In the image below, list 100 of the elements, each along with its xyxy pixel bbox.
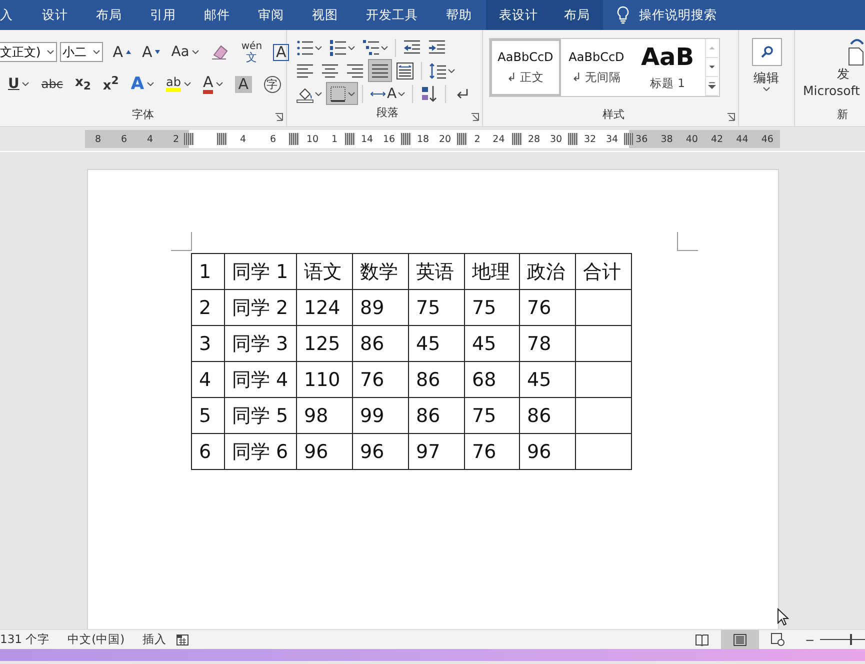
text-direction-button[interactable]: A <box>367 82 408 105</box>
character-border-button[interactable]: A <box>269 40 294 64</box>
change-case-button[interactable]: Aa <box>167 40 204 64</box>
table-cell[interactable]: 3 <box>192 326 224 362</box>
table-cell[interactable]: 数学 <box>352 254 408 290</box>
table-cell[interactable]: 124 <box>296 290 352 326</box>
table-cell[interactable]: 86 <box>520 398 576 434</box>
ribbon-tab[interactable]: 入 <box>0 0 28 30</box>
table-cell[interactable]: 78 <box>520 326 576 362</box>
table-cell[interactable]: 地理 <box>464 254 520 290</box>
table-cell[interactable]: 5 <box>192 398 224 434</box>
table-cell[interactable]: 同学 4 <box>224 362 296 398</box>
ruler-number: 14 <box>360 134 374 144</box>
table-cell[interactable]: 75 <box>464 290 520 326</box>
ruler-number: 6 <box>270 134 276 144</box>
table-cell[interactable]: 45 <box>520 362 576 398</box>
status-text[interactable]: 131 个字 <box>0 632 59 647</box>
ribbon-tab[interactable]: 表设计 <box>486 0 551 30</box>
table-cell[interactable]: 76 <box>520 290 576 326</box>
highlight-button[interactable]: ab <box>162 72 195 96</box>
ribbon-tab[interactable]: 布局 <box>551 0 603 30</box>
ruler-number: 32 <box>584 134 596 144</box>
ruler-number: 4 <box>240 134 246 144</box>
ruler-number: 2 <box>474 134 480 144</box>
ribbon-tab[interactable]: 帮助 <box>432 0 486 30</box>
ruler-number: 42 <box>711 134 724 144</box>
table-cell[interactable]: 同学 6 <box>224 434 296 470</box>
table-cell[interactable]: 86 <box>408 398 464 434</box>
phonetic-guide-button[interactable]: wén 文 <box>237 40 266 64</box>
grow-font-button[interactable]: A <box>108 40 135 64</box>
group-label: 字体 <box>132 107 154 122</box>
table-cell[interactable]: 英语 <box>408 254 464 290</box>
table-cell[interactable]: 语文 <box>296 254 352 290</box>
ribbon-tab[interactable]: 布局 <box>82 0 136 30</box>
table-cell[interactable]: 4 <box>192 362 224 398</box>
table-cell[interactable]: 45 <box>408 326 464 362</box>
ribbon-tab[interactable]: 邮件 <box>190 0 244 30</box>
table-cell[interactable]: 合计 <box>576 254 632 290</box>
ruler-number: 38 <box>660 134 673 144</box>
ruler-number: 36 <box>636 134 648 144</box>
ribbon-tab[interactable]: 开发工具 <box>352 0 432 30</box>
table-cell[interactable]: 89 <box>352 290 408 326</box>
table-cell[interactable]: 68 <box>464 362 520 398</box>
editing-label[interactable]: 编辑 <box>754 70 780 87</box>
table-cell[interactable]: 同学 5 <box>224 398 296 434</box>
horizontal-ruler[interactable]: 8 6 4 2 4 6 10 1 14 16 18 20 2 24 28 30 32 34 36 38 40 42 44 46 <box>85 130 780 148</box>
table-cell[interactable]: 125 <box>296 326 352 362</box>
table-cell[interactable]: 76 <box>464 434 520 470</box>
send-label[interactable]: 发 <box>837 66 865 83</box>
shrink-font-button[interactable]: A <box>138 40 164 64</box>
table-cell[interactable]: 76 <box>352 362 408 398</box>
ribbon-tab[interactable]: 设计 <box>28 0 82 30</box>
table-cell[interactable]: 1 <box>192 254 224 290</box>
ribbon-tab[interactable]: 视图 <box>298 0 352 30</box>
ruler-number: 2 <box>172 134 180 144</box>
ruler-number: 18 <box>416 134 430 144</box>
table-cell[interactable]: 110 <box>296 362 352 398</box>
table-cell[interactable]: 96 <box>352 434 408 470</box>
table-cell[interactable]: 96 <box>520 434 576 470</box>
table-cell[interactable]: 75 <box>408 290 464 326</box>
table-cell[interactable]: 86 <box>408 362 464 398</box>
table-cell[interactable]: 45 <box>464 326 520 362</box>
ruler-number: 6 <box>120 134 128 144</box>
ruler-number: 24 <box>492 134 505 144</box>
table-cell[interactable]: 97 <box>408 434 464 470</box>
ruler-number: 34 <box>606 134 618 144</box>
table-cell[interactable]: 政治 <box>520 254 576 290</box>
ruler-number: 28 <box>528 134 540 144</box>
ruler-number: 10 <box>306 134 319 144</box>
underline-button[interactable]: U <box>4 72 34 96</box>
table-cell[interactable]: 98 <box>296 398 352 434</box>
search-field[interactable]: 操作说明搜索 <box>639 6 717 24</box>
table-cell[interactable]: 99 <box>352 398 408 434</box>
table-cell[interactable]: 2 <box>192 290 224 326</box>
style-option[interactable]: AaBbCcD ↲ 正文 <box>490 39 561 96</box>
send-label[interactable]: Microsoft <box>803 83 865 98</box>
ribbon-tab[interactable]: 引用 <box>136 0 190 30</box>
zoom-out-button[interactable]: − <box>805 632 815 646</box>
status-text[interactable]: 中文(中国) <box>58 632 134 647</box>
ruler-number: 30 <box>550 134 562 144</box>
table-cell[interactable]: 6 <box>192 434 224 470</box>
table-cell[interactable]: 96 <box>296 434 352 470</box>
ruler-number: 4 <box>146 134 154 144</box>
paragraph-mark: ↲ <box>572 70 582 84</box>
table-cell[interactable]: 同学 3 <box>224 326 296 362</box>
ruler-number: 1 <box>331 134 338 144</box>
status-text[interactable]: 插入 <box>134 632 176 647</box>
table-cell[interactable]: 同学 2 <box>224 290 296 326</box>
font-size-field[interactable]: 小二 <box>60 42 103 62</box>
ribbon-tab[interactable]: 审阅 <box>244 0 298 30</box>
group-label: 样式 <box>602 107 624 122</box>
text-effects-button[interactable]: A <box>126 72 158 96</box>
font-name-field[interactable]: 文正文) <box>0 42 57 62</box>
strikethrough-button[interactable]: abc <box>37 72 67 96</box>
table-cell[interactable]: 75 <box>464 398 520 434</box>
superscript-button[interactable]: x$^{2}$ <box>98 72 123 96</box>
subscript-button[interactable]: x$_{2}$ <box>70 72 95 96</box>
table-cell[interactable]: 86 <box>352 326 408 362</box>
table-cell[interactable]: 同学 1 <box>224 254 296 290</box>
font-color-button[interactable]: A <box>198 72 228 96</box>
